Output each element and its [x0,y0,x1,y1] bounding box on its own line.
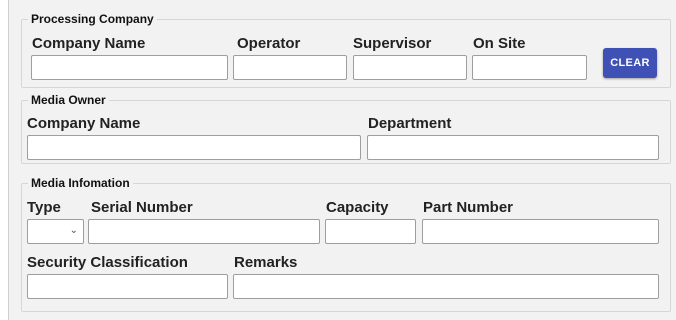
supervisor-input[interactable] [353,55,467,80]
processing-company-name-input[interactable] [31,55,228,80]
security-classification-input[interactable] [27,274,228,299]
type-label: Type [27,199,61,216]
capacity-input[interactable] [325,219,416,244]
operator-input[interactable] [233,55,347,80]
serial-number-input[interactable] [88,219,320,244]
processing-company-name-label: Company Name [32,35,146,52]
type-select[interactable]: ⌄ [27,219,84,244]
department-label: Department [368,115,452,132]
on-site-input[interactable] [472,55,587,80]
on-site-label: On Site [473,35,526,52]
chevron-down-icon: ⌄ [69,225,78,236]
remarks-label: Remarks [234,254,298,271]
department-input[interactable] [367,135,659,160]
capacity-label: Capacity [326,199,389,216]
part-number-label: Part Number [423,199,514,216]
supervisor-label: Supervisor [353,35,432,52]
media-information-legend: Media Infomation [31,176,130,190]
media-form-panel: Processing Company Company Name Operator… [8,0,676,320]
security-classification-label: Security Classification [27,254,188,271]
remarks-input[interactable] [233,274,659,299]
operator-label: Operator [237,35,301,52]
owner-company-name-label: Company Name [27,115,141,132]
media-owner-legend: Media Owner [31,93,106,107]
processing-company-legend: Processing Company [31,12,154,26]
owner-company-name-input[interactable] [27,135,361,160]
clear-button[interactable]: CLEAR [603,48,657,78]
serial-number-label: Serial Number [91,199,193,216]
part-number-input[interactable] [422,219,659,244]
